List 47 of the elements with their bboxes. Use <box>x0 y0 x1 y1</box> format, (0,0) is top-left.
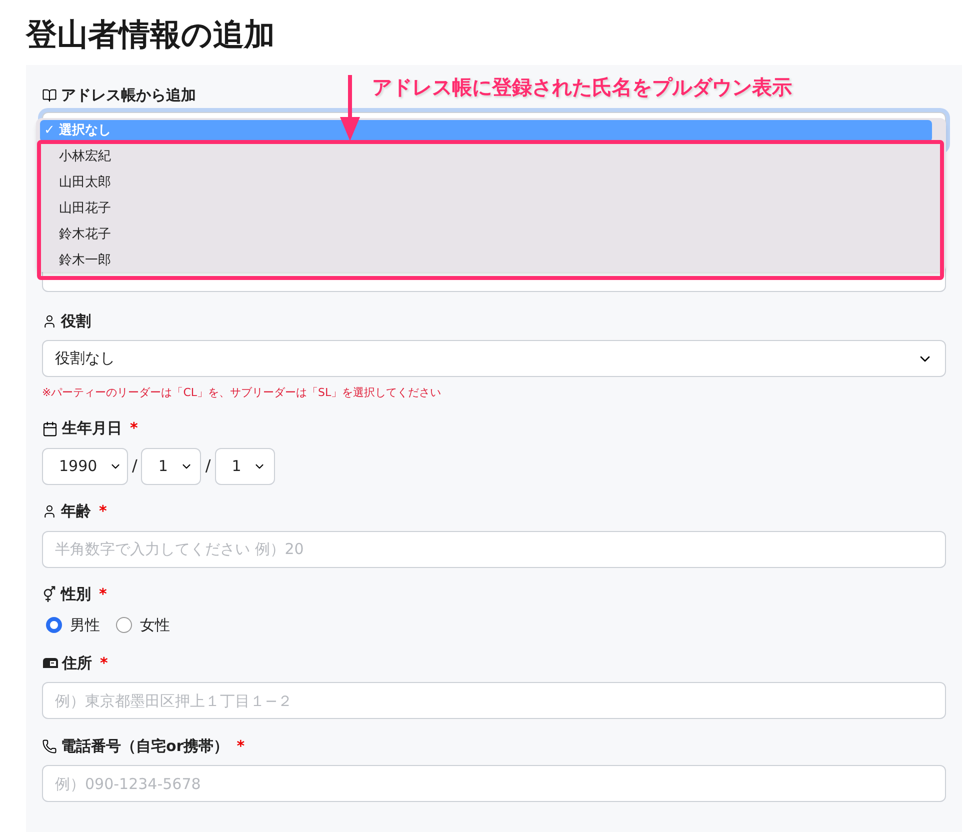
option-label: 小林宏紀 <box>59 148 111 166</box>
select-field[interactable]: 役割なし <box>42 340 946 377</box>
input-field[interactable]: 例）東京都墨田区押上１丁目１−２ <box>42 682 946 719</box>
dropdown-option[interactable]: 山田太郎 <box>41 170 940 196</box>
dropdown-option[interactable]: 鈴木一郎 <box>41 248 940 274</box>
option-label: 鈴木花子 <box>59 226 111 244</box>
radio-option[interactable]: 男性 <box>46 614 100 636</box>
required-mark: * <box>99 584 107 606</box>
radio-option[interactable]: 女性 <box>116 614 170 636</box>
required-mark: * <box>99 501 107 522</box>
dropdown-option[interactable]: 鈴木花子 <box>41 222 940 248</box>
option-label: 選択なし <box>58 122 111 140</box>
field-label: 住所 <box>62 652 92 674</box>
select-field[interactable]: 1 <box>141 448 202 484</box>
page-title: 登山者情報の追加 <box>24 16 276 55</box>
field-label: 性別 <box>61 584 91 606</box>
required-mark: * <box>100 652 108 674</box>
mailbox-icon <box>42 657 58 669</box>
input-field[interactable]: 半角数字で入力してください 例）20 <box>42 530 946 568</box>
calendar-icon <box>42 420 58 436</box>
field-label: 役割 <box>61 310 91 332</box>
hint-text: ※パーティーのリーダーは「CL」を、サブリーダーは「SL」を選択してください <box>42 385 442 401</box>
annotation-text: アドレス帳に登録された氏名をプルダウン表示 <box>372 74 792 101</box>
required-mark: * <box>236 736 245 757</box>
option-label: 山田花子 <box>59 200 111 218</box>
gender-icon <box>42 586 57 603</box>
input-field[interactable]: 例）090-1234-5678 <box>42 765 946 802</box>
book-icon <box>42 88 57 102</box>
select-field[interactable]: 1 <box>214 448 275 484</box>
phone-icon <box>42 738 57 754</box>
date-separator: / <box>132 455 138 477</box>
field-label: 年齢 <box>61 501 91 522</box>
date-separator: / <box>205 455 211 477</box>
check-mark: ✓ <box>44 122 55 140</box>
option-label: 山田太郎 <box>59 174 111 192</box>
radio-button[interactable] <box>46 616 62 633</box>
option-label: 鈴木一郎 <box>59 252 111 270</box>
dropdown-option[interactable]: 小林宏紀 <box>41 144 940 170</box>
radio-button[interactable] <box>116 616 132 633</box>
field-label: 電話番号（自宅or携帯） <box>61 736 229 757</box>
dropdown-option[interactable]: 山田花子 <box>41 196 940 222</box>
field-label: 生年月日 <box>62 418 122 440</box>
person-icon <box>42 504 57 519</box>
person-icon <box>42 314 57 328</box>
required-mark: * <box>130 418 138 440</box>
select-field[interactable]: 1990 <box>42 448 128 484</box>
field-label: アドレス帳から追加 <box>61 84 196 106</box>
